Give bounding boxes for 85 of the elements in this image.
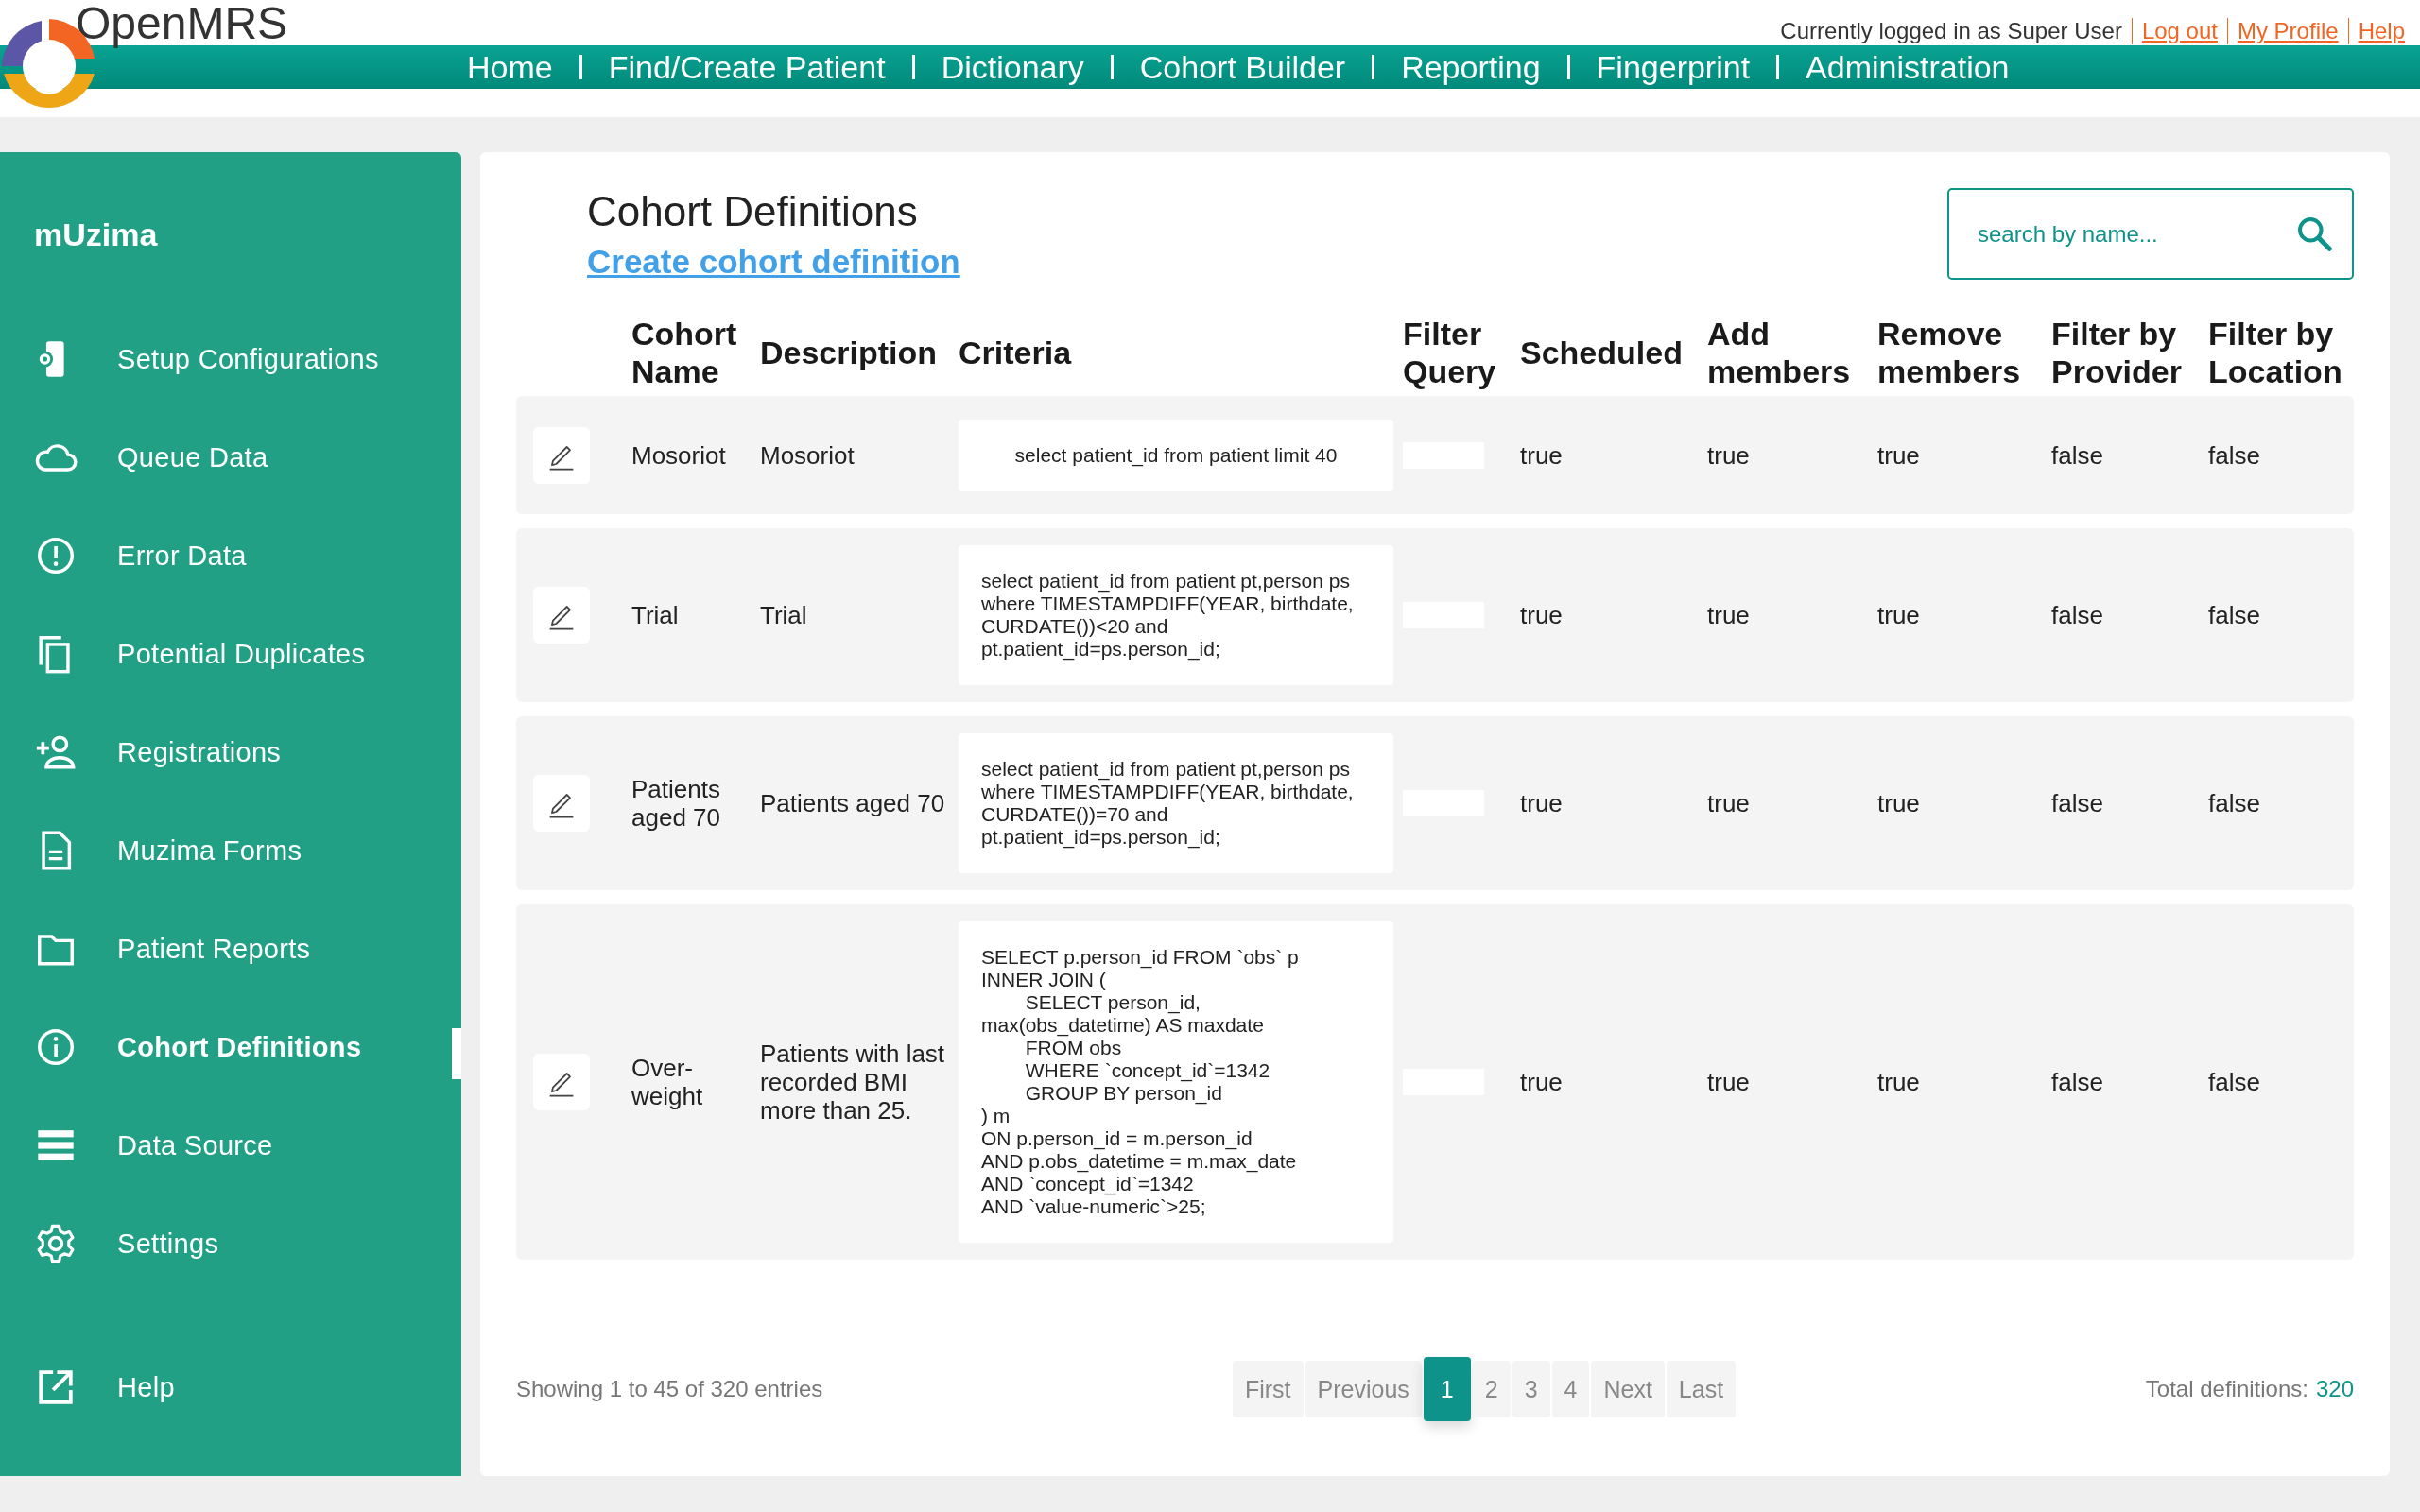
table-cell-text: false xyxy=(2208,601,2261,629)
table-cell-text: false xyxy=(2208,1068,2261,1096)
nav-link[interactable]: Reporting xyxy=(1374,48,1567,86)
table-cell-text: Over-weight xyxy=(631,1054,704,1110)
page-button[interactable]: Last xyxy=(1666,1361,1737,1418)
table-cell-text: true xyxy=(1877,440,1921,470)
page-button[interactable]: Next xyxy=(1591,1361,1665,1418)
table-cell-text: false xyxy=(2208,440,2261,470)
search-field[interactable]: search by name... xyxy=(1947,188,2354,280)
edit-button[interactable] xyxy=(533,426,590,484)
sidebar-item[interactable]: Settings xyxy=(0,1194,461,1293)
column-header: Add members xyxy=(1707,315,1852,390)
user-link[interactable]: My Profile xyxy=(2226,18,2348,44)
create-link[interactable]: Create cohort definition xyxy=(587,243,960,281)
table-cell-text: Mosoriot xyxy=(760,440,856,470)
column-header: Scheduled xyxy=(1520,334,1684,371)
table-cell-text: true xyxy=(1707,601,1751,629)
search-icon[interactable] xyxy=(2295,215,2333,252)
sidebar-item[interactable]: Queue Data xyxy=(0,408,461,507)
table-cell-text: true xyxy=(1707,1068,1751,1096)
total-value: 320 xyxy=(2315,1376,2354,1402)
column-header: Criteria xyxy=(959,334,1073,371)
sidebar-item[interactable]: Setup Configurations xyxy=(0,310,461,408)
page-button[interactable]: Previous xyxy=(1305,1361,1422,1418)
table-cell-text: Patients with last recorded BMI more than 25. xyxy=(760,1040,946,1125)
sidebar-item[interactable]: Potential Duplicates xyxy=(0,605,461,703)
nav-link[interactable]: Cohort Builder xyxy=(1113,48,1373,86)
page-button[interactable]: 2 xyxy=(1472,1361,1511,1418)
table-cell-text: false xyxy=(2208,789,2261,817)
table-cell-text: Mosoriot xyxy=(631,440,727,470)
nav-link[interactable]: Fingerprint xyxy=(1569,48,1777,86)
table-cell-text: false xyxy=(2051,601,2104,629)
table-cell-text: Trial xyxy=(760,601,808,629)
table-cell-text: true xyxy=(1707,440,1751,470)
table-cell-text: false xyxy=(2051,789,2104,817)
sidebar-item[interactable]: Error Data xyxy=(0,507,461,605)
active-indicator xyxy=(452,1028,461,1079)
sidebar-item[interactable]: Data Source xyxy=(0,1096,461,1194)
sidebar-title: mUzima xyxy=(34,216,158,253)
sidebar-item[interactable]: Muzima Forms xyxy=(0,801,461,900)
edit-button[interactable] xyxy=(533,587,590,644)
total-label: Total definitions: xyxy=(2145,1376,2308,1402)
edit-button[interactable] xyxy=(533,1054,590,1110)
table-cell-text: true xyxy=(1877,1068,1921,1096)
table-cell-text: true xyxy=(1520,601,1564,629)
table-cell-text: true xyxy=(1520,789,1564,817)
table-cell-text: Patients aged 70 xyxy=(760,789,946,817)
table-cell-text: false xyxy=(2051,440,2104,470)
page-button[interactable]: First xyxy=(1232,1361,1304,1418)
nav-link[interactable]: Find/Create Patient xyxy=(581,48,912,86)
entries-info: Showing 1 to 45 of 320 entries xyxy=(516,1376,823,1402)
sidebar-item[interactable]: Help xyxy=(0,1338,461,1436)
sidebar-item[interactable]: Registrations xyxy=(0,703,461,801)
table-cell-text: true xyxy=(1877,601,1921,629)
criteria-cell: select patient_id from patient pt,person ps where TIMESTAMPDIFF(YEAR, birthdate, CURDATE())=70 and pt.patient_id=ps.person_id; xyxy=(959,733,1393,873)
column-header: Filter by Provider xyxy=(2051,315,2183,390)
table-cell-text: false xyxy=(2051,1068,2104,1096)
criteria-cell: SELECT p.person_id FROM `obs` p INNER JOIN ( SELECT person_id, max(obs_datetime) AS maxdate FROM obs WHERE `concept_id`=1342 GROUP BY person_id ) m ON p.person_id = m.person_id AND p.obs_datetime = m.max_date AND `concept_id`=1342 AND `value-numeric`>25; xyxy=(959,921,1393,1243)
table-cell-text: true xyxy=(1520,440,1564,470)
table-cell-text: true xyxy=(1707,789,1751,817)
user-link[interactable]: Help xyxy=(2347,18,2405,44)
criteria-cell: select patient_id from patient pt,person ps where TIMESTAMPDIFF(YEAR, birthdate, CURDATE())<20 and pt.patient_id=ps.person_id; xyxy=(959,545,1393,685)
table-cell-text: true xyxy=(1877,789,1921,817)
column-header: Cohort Name xyxy=(631,315,738,390)
logged-in-text: Currently logged in as Super User xyxy=(1780,18,2123,44)
column-header: Filter Query xyxy=(1403,315,1497,390)
page-button[interactable]: 1 xyxy=(1423,1357,1471,1421)
user-link[interactable]: Log out xyxy=(2131,18,2227,44)
table-cell-text: true xyxy=(1520,1068,1564,1096)
criteria-cell: select patient_id from patient limit 40 xyxy=(959,419,1393,491)
nav-link[interactable]: Dictionary xyxy=(914,48,1111,86)
column-header: Remove members xyxy=(1877,315,2022,390)
sidebar-item[interactable]: Cohort Definitions xyxy=(0,998,461,1096)
column-header: Filter by Location xyxy=(2208,315,2343,390)
page-title: Cohort Definitions xyxy=(587,188,918,235)
nav-link[interactable]: Home xyxy=(467,48,579,86)
table-cell-text: Trial xyxy=(631,601,680,629)
page-button[interactable]: 4 xyxy=(1551,1361,1590,1418)
edit-button[interactable] xyxy=(533,775,590,832)
nav-link[interactable]: Administration xyxy=(1779,48,2036,86)
table-cell-text: Patients aged 70 xyxy=(631,775,721,832)
page-button[interactable]: 3 xyxy=(1512,1361,1550,1418)
sidebar-item[interactable]: Patient Reports xyxy=(0,900,461,998)
brand-name: OpenMRS xyxy=(76,1,288,46)
column-header: Description xyxy=(760,334,939,371)
